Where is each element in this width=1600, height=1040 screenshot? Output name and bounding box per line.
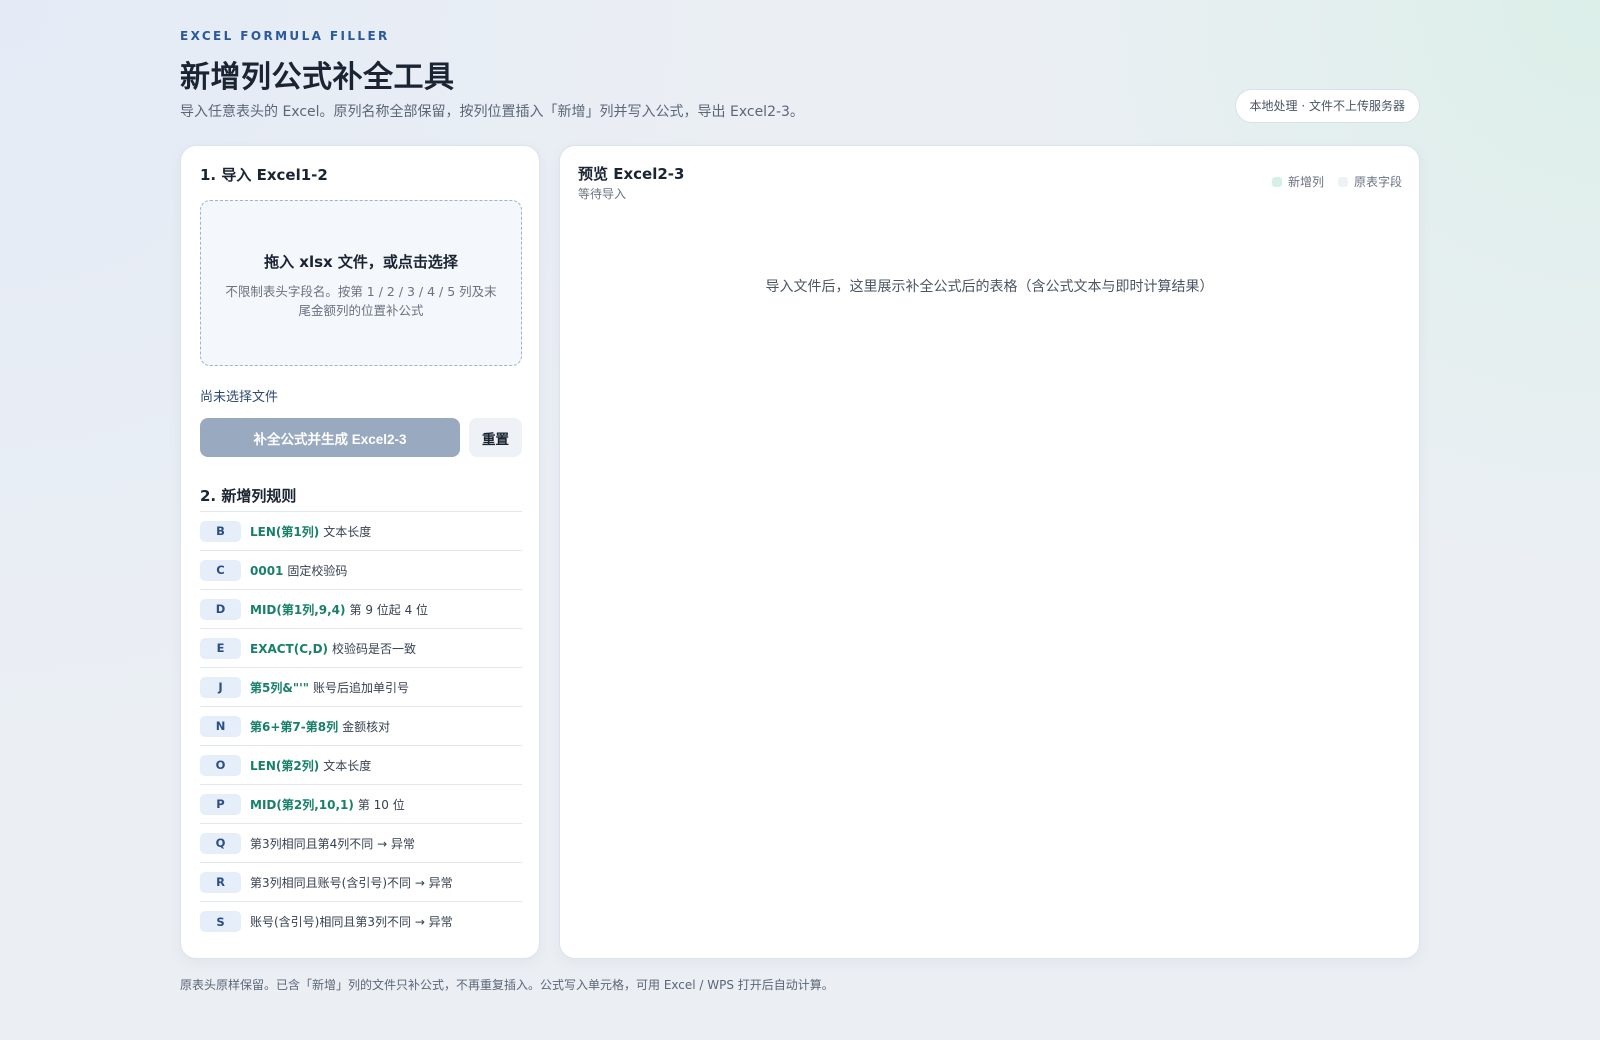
app-eyebrow: EXCEL FORMULA FILLER [180,29,390,43]
rule-text: LEN(第2列) 文本长度 [250,757,371,774]
rule-description: 文本长度 [323,758,372,773]
rule-text: 第5列&"'" 账号后追加单引号 [250,679,409,696]
rule-text: 第3列相同且账号(含引号)不同 → 异常 [250,874,453,891]
rule-item: J 第5列&"'" 账号后追加单引号 [200,668,522,707]
rule-column-badge: S [200,911,241,932]
rule-formula: 第5列&"'" [250,680,309,695]
preview-empty-message: 导入文件后，这里展示补全公式后的表格（含公式文本与即时计算结果） [765,279,1214,295]
rule-column-badge: O [200,754,241,776]
rule-item: S 账号(含引号)相同且第3列不同 → 异常 [200,902,522,941]
rule-description: 第3列相同且第4列不同 → 异常 [250,836,415,851]
dropzone-description: 不限制表头字段名。按第 1 / 2 / 3 / 4 / 5 列及末尾金额列的位置… [225,284,497,318]
page-title: 新增列公式补全工具 [180,60,455,95]
rule-item: E EXACT(C,D) 校验码是否一致 [200,629,522,668]
rule-text: LEN(第1列) 文本长度 [250,523,371,540]
rule-column-badge: N [200,715,241,737]
rule-column-badge: J [200,676,241,698]
rule-text: 账号(含引号)相同且第3列不同 → 异常 [250,913,453,930]
legend-item-original: 原表字段 [1337,173,1402,190]
footer-note: 原表头原样保留。已含「新增」列的文件只补公式，不再重复插入。公式写入单元格，可用… [180,978,834,992]
rule-text: 0001 固定校验码 [250,562,347,579]
rule-column-badge: Q [200,832,241,854]
rule-column-badge: E [200,637,241,659]
legend: 新增列 原表字段 [1258,173,1402,190]
dropzone-title: 拖入 xlsx 文件，或点击选择 [264,253,458,271]
rule-column-badge: C [200,559,241,581]
rule-description: 校验码是否一致 [332,641,417,656]
rule-formula: LEN(第2列) [250,758,320,773]
generate-button[interactable]: 补全公式并生成 Excel2-3 [200,418,460,457]
rule-text: EXACT(C,D) 校验码是否一致 [250,640,416,657]
legend-item-new: 新增列 [1271,173,1324,190]
rule-description: 第 9 位起 4 位 [349,602,429,617]
new-column-swatch [1271,176,1282,187]
rules-list: B LEN(第1列) 文本长度 C 0001 固定校验码 D MID(第1列,9,4) 第 9 … [200,511,522,941]
import-section-title: 1. 导入 Excel1-2 [200,166,328,184]
privacy-badge: 本地处理 · 文件不上传服务器 [1234,89,1420,123]
rule-item: R 第3列相同且账号(含引号)不同 → 异常 [200,863,522,902]
rule-column-badge: D [200,598,241,620]
legend-label-original: 原表字段 [1353,175,1402,189]
original-field-swatch [1337,176,1348,187]
rule-formula: MID(第2列,10,1) [250,797,354,812]
rule-text: MID(第1列,9,4) 第 9 位起 4 位 [250,601,428,618]
rule-description: 第3列相同且账号(含引号)不同 → 异常 [250,875,453,890]
rule-formula: 第6+第7-第8列 [250,719,339,734]
rules-section-title: 2. 新增列规则 [200,487,297,505]
preview-status: 等待导入 [578,187,627,201]
rule-column-badge: R [200,871,241,893]
rule-description: 文本长度 [323,524,372,539]
rule-text: 第6+第7-第8列 金额核对 [250,718,390,735]
rule-formula: EXACT(C,D) [250,641,329,656]
file-status: 尚未选择文件 [200,390,279,405]
rule-formula: LEN(第1列) [250,524,320,539]
reset-button[interactable]: 重置 [469,418,522,457]
rule-text: MID(第2列,10,1) 第 10 位 [250,796,405,813]
control-panel: 1. 导入 Excel1-2 拖入 xlsx 文件，或点击选择 不限制表头字段名… [180,145,540,959]
rule-item: P MID(第2列,10,1) 第 10 位 [200,785,522,824]
page-subtitle: 导入任意表头的 Excel。原列名称全部保留，按列位置插入「新增」列并写入公式，… [180,104,804,120]
rule-description: 固定校验码 [287,563,348,578]
rule-item: B LEN(第1列) 文本长度 [200,512,522,551]
rule-item: C 0001 固定校验码 [200,551,522,590]
rule-description: 账号后追加单引号 [313,680,410,695]
rule-item: D MID(第1列,9,4) 第 9 位起 4 位 [200,590,522,629]
rule-column-badge: P [200,793,241,815]
rule-description: 账号(含引号)相同且第3列不同 → 异常 [250,915,453,929]
file-dropzone[interactable]: 拖入 xlsx 文件，或点击选择 不限制表头字段名。按第 1 / 2 / 3 /… [200,200,522,366]
preview-panel: 预览 Excel2-3 等待导入 新增列 原表字段 导入文件后，这里展示补全公式… [559,145,1420,959]
rule-description: 第 10 位 [357,797,405,812]
preview-title: 预览 Excel2-3 [578,165,685,183]
rule-item: N 第6+第7-第8列 金额核对 [200,707,522,746]
rule-description: 金额核对 [342,719,391,734]
legend-label-new: 新增列 [1287,175,1324,189]
rule-item: O LEN(第2列) 文本长度 [200,746,522,785]
rule-formula: 0001 [250,563,284,578]
rule-text: 第3列相同且第4列不同 → 异常 [250,835,415,852]
rule-formula: MID(第1列,9,4) [250,602,346,617]
rule-column-badge: B [200,520,241,542]
rule-item: Q 第3列相同且第4列不同 → 异常 [200,824,522,863]
